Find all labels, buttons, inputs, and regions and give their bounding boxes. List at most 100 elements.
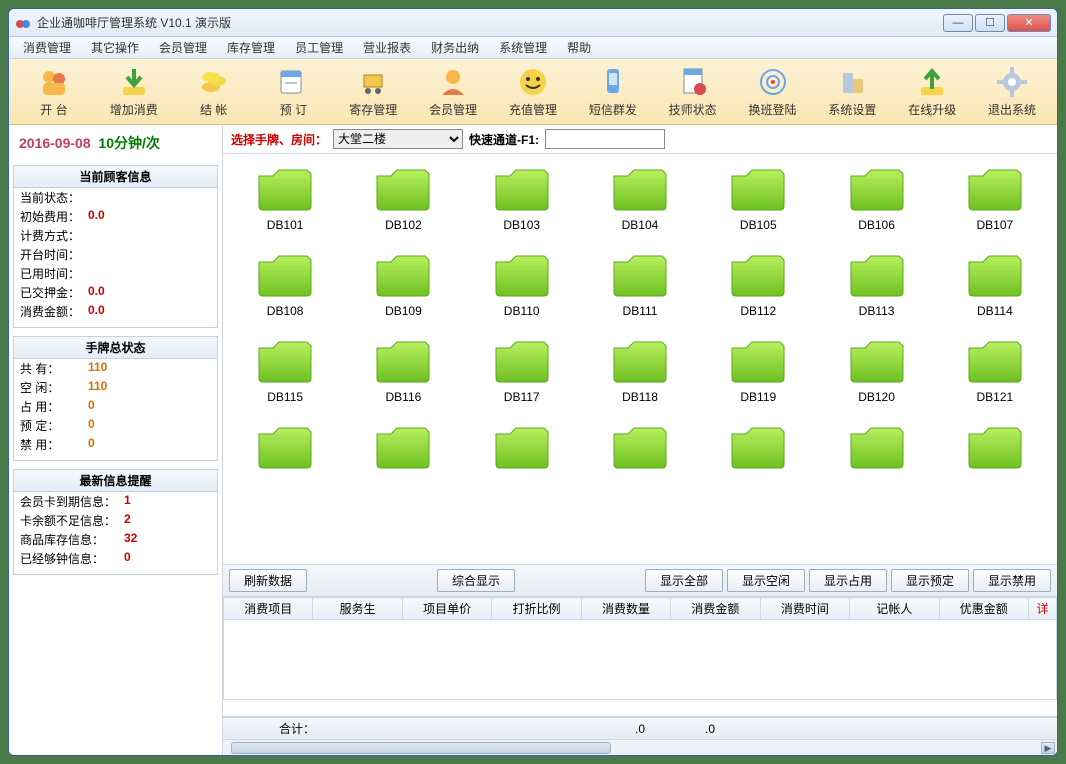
room-folder[interactable] [468, 418, 576, 480]
menu-item[interactable]: 库存管理 [217, 37, 285, 58]
room-folder[interactable]: DB110 [468, 246, 576, 322]
column-header[interactable]: 消费金额 [671, 598, 760, 620]
row-key: 消费金额： [20, 303, 88, 320]
toolbar-button[interactable]: 退出系统 [975, 63, 1049, 120]
horizontal-scrollbar[interactable]: ▶ [223, 739, 1057, 755]
toolbar-label: 增加消费 [110, 101, 158, 118]
room-folder[interactable]: DB117 [468, 332, 576, 408]
action-button[interactable]: 显示全部 [645, 569, 723, 592]
toolbar-button[interactable]: 在线升级 [895, 63, 969, 120]
row-value: 0.0 [88, 303, 105, 320]
room-folder[interactable] [704, 418, 812, 480]
room-folder[interactable]: DB121 [941, 332, 1049, 408]
folder-icon [373, 250, 433, 300]
toolbar-button[interactable]: 会员管理 [416, 63, 490, 120]
column-header[interactable]: 消费数量 [581, 598, 670, 620]
toolbar-button[interactable]: 预 订 [257, 63, 331, 120]
room-folder[interactable]: DB105 [704, 160, 812, 236]
row-key: 禁 用： [20, 436, 88, 453]
room-folder[interactable]: DB103 [468, 160, 576, 236]
row-value: 0 [124, 550, 131, 567]
toolbar-label: 系统设置 [828, 101, 876, 118]
column-header[interactable]: 服务生 [313, 598, 402, 620]
room-folder[interactable]: DB112 [704, 246, 812, 322]
cart-icon [356, 65, 390, 99]
toolbar-button[interactable]: 换班登陆 [736, 63, 810, 120]
toolbar-button[interactable]: 开 台 [17, 63, 91, 120]
menu-item[interactable]: 帮助 [557, 37, 601, 58]
close-button[interactable]: ✕ [1007, 14, 1051, 32]
room-folder[interactable]: DB116 [349, 332, 457, 408]
room-folder[interactable]: DB101 [231, 160, 339, 236]
action-button[interactable]: 显示空闲 [727, 569, 805, 592]
folder-icon [847, 164, 907, 214]
room-folder[interactable]: DB120 [822, 332, 930, 408]
folder-icon [373, 422, 433, 472]
action-button[interactable]: 显示预定 [891, 569, 969, 592]
action-button[interactable]: 刷新数据 [229, 569, 307, 592]
room-folder[interactable]: DB119 [704, 332, 812, 408]
menu-item[interactable]: 系统管理 [489, 37, 557, 58]
menu-item[interactable]: 财务出纳 [421, 37, 489, 58]
toolbar-button[interactable]: 结 帐 [177, 63, 251, 120]
toolbar-button[interactable]: 系统设置 [815, 63, 889, 120]
window-title: 企业通咖啡厅管理系统 V10.1 演示版 [37, 14, 231, 31]
folder-icon [965, 336, 1025, 386]
toolbar-button[interactable]: 寄存管理 [336, 63, 410, 120]
room-folder[interactable]: DB109 [349, 246, 457, 322]
column-header[interactable]: 打折比例 [492, 598, 581, 620]
column-header[interactable]: 消费项目 [224, 598, 313, 620]
room-folder[interactable] [349, 418, 457, 480]
folder-grid[interactable]: DB101DB102DB103DB104 DB105 DB106DB107 DB108… [223, 154, 1057, 564]
toolbar-button[interactable]: 技师状态 [656, 63, 730, 120]
folder-icon [610, 164, 670, 214]
scroll-right-arrow[interactable]: ▶ [1041, 742, 1055, 754]
column-header[interactable]: 消费时间 [760, 598, 849, 620]
room-folder[interactable]: DB108 [231, 246, 339, 322]
folder-label: DB105 [740, 218, 777, 232]
folder-icon [847, 250, 907, 300]
room-folder[interactable]: DB104 [586, 160, 694, 236]
minimize-button[interactable]: — [943, 14, 973, 32]
room-folder[interactable]: DB102 [349, 160, 457, 236]
column-header[interactable]: 记帐人 [850, 598, 939, 620]
maximize-button[interactable]: ☐ [975, 14, 1005, 32]
room-folder[interactable]: DB114 [941, 246, 1049, 322]
action-button[interactable]: 显示禁用 [973, 569, 1051, 592]
fast-input[interactable] [545, 129, 665, 149]
column-header[interactable]: 项目单价 [402, 598, 491, 620]
room-folder[interactable] [231, 418, 339, 480]
action-button[interactable]: 综合显示 [437, 569, 515, 592]
room-select[interactable]: 大堂二楼 [333, 129, 463, 149]
room-folder[interactable]: DB113 [822, 246, 930, 322]
toolbar-button[interactable]: 增加消费 [97, 63, 171, 120]
room-folder[interactable] [941, 418, 1049, 480]
toolbar-button[interactable]: 充值管理 [496, 63, 570, 120]
up-icon [915, 65, 949, 99]
room-folder[interactable]: DB111 [586, 246, 694, 322]
folder-label: DB110 [504, 304, 540, 318]
menu-item[interactable]: 消费管理 [13, 37, 81, 58]
column-header[interactable]: 详 [1029, 598, 1057, 620]
action-button[interactable]: 显示占用 [809, 569, 887, 592]
menu-item[interactable]: 其它操作 [81, 37, 149, 58]
room-folder[interactable]: DB115 [231, 332, 339, 408]
toolbar-button[interactable]: 短信群发 [576, 63, 650, 120]
room-folder[interactable] [822, 418, 930, 480]
menu-item[interactable]: 会员管理 [149, 37, 217, 58]
filter-bar: 选择手牌、房间： 大堂二楼 快速通道-F1: [223, 125, 1057, 154]
info-row: 卡余额不足信息：2 [14, 511, 217, 530]
room-folder[interactable] [586, 418, 694, 480]
detail-table-wrap[interactable]: 消费项目服务生项目单价打折比例消费数量消费金额消费时间记帐人优惠金额详 [223, 597, 1057, 717]
folder-icon [965, 164, 1025, 214]
row-key: 卡余额不足信息： [20, 512, 124, 529]
room-folder[interactable]: DB107 [941, 160, 1049, 236]
menu-item[interactable]: 营业报表 [353, 37, 421, 58]
title-bar[interactable]: 企业通咖啡厅管理系统 V10.1 演示版 — ☐ ✕ [9, 9, 1057, 37]
row-key: 预 定： [20, 417, 88, 434]
scroll-thumb[interactable] [231, 742, 611, 754]
column-header[interactable]: 优惠金额 [939, 598, 1029, 620]
room-folder[interactable]: DB106 [822, 160, 930, 236]
menu-item[interactable]: 员工管理 [285, 37, 353, 58]
room-folder[interactable]: DB118 [586, 332, 694, 408]
